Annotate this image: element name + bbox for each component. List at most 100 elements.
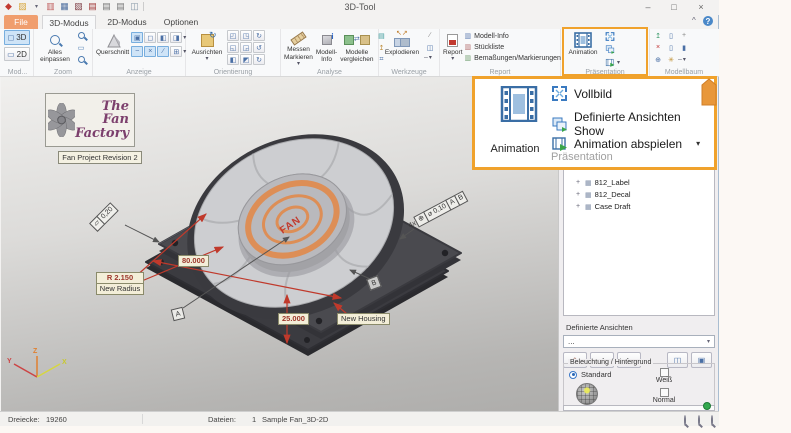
transparent-view-toggle[interactable]: ◨ <box>170 32 183 43</box>
animation-big-button[interactable] <box>499 85 539 127</box>
rotate-ccw-icon[interactable]: ↺ <box>253 42 265 53</box>
wireframe-view-toggle[interactable]: ◻ <box>144 32 157 43</box>
animation-abspielen-ribbon-icon[interactable] <box>604 57 616 68</box>
button-report[interactable]: Report ▾ <box>442 30 464 69</box>
view-iso-icon[interactable]: ◩ <box>240 54 252 65</box>
report-item-modell-info[interactable]: ▥ Modell-Info <box>465 32 561 41</box>
button-explodieren[interactable]: ↖↗ Explodieren <box>381 30 423 69</box>
modellbaum-caret-icon[interactable]: ▾ <box>683 56 686 63</box>
zoom-in-icon[interactable] <box>75 30 87 41</box>
move-parts-icon[interactable]: ◫ <box>424 42 436 53</box>
tree-expand-icon[interactable]: ↥ <box>652 30 664 41</box>
status-separator <box>142 414 143 424</box>
button-querschnitt[interactable]: Querschnitt <box>95 30 130 69</box>
open-file-icon[interactable]: ▨ <box>17 1 28 12</box>
view-front-icon[interactable]: ◰ <box>227 30 239 41</box>
view-left-icon[interactable]: ◱ <box>227 42 239 53</box>
standard-radio-row[interactable]: Standard <box>569 370 611 379</box>
view-right-icon[interactable]: ◲ <box>240 42 252 53</box>
tree-bar1-icon[interactable]: ▯ <box>665 30 677 41</box>
normal-checkbox[interactable] <box>659 388 669 397</box>
tree-search-icon[interactable]: ⊕ <box>652 54 664 65</box>
button-3d-mode[interactable]: ◻ 3D <box>4 30 30 45</box>
white-checkbox[interactable] <box>659 368 669 377</box>
zoom-in-status-icon[interactable] <box>698 415 700 426</box>
close-file-icon[interactable]: ▥ <box>45 1 56 12</box>
align-icon: ↻ <box>200 30 217 48</box>
annotations-toggle[interactable]: ∕ <box>157 46 170 57</box>
print-icon[interactable]: ▤ <box>101 1 112 12</box>
copy-icon[interactable]: ◫ <box>129 1 140 12</box>
rotate-90-icon[interactable]: ↻ <box>253 54 265 65</box>
save-icon[interactable]: ▦ <box>59 1 70 12</box>
tab-optionen[interactable]: Optionen <box>158 15 204 29</box>
save-view-icon[interactable]: ▧ <box>73 1 84 12</box>
werkzeuge-caret-icon[interactable]: ▾ <box>429 54 432 61</box>
pdf-export-icon[interactable]: ▤ <box>87 1 98 12</box>
button-modell-info[interactable]: i Modell-Info <box>315 30 338 69</box>
height-dimension[interactable]: 25.000 <box>278 313 309 325</box>
expand-toggle-icon[interactable]: + <box>576 191 582 198</box>
grid-toggle[interactable]: ⊞ <box>170 46 183 57</box>
housing-annotation[interactable]: New Housing <box>337 313 390 325</box>
vertices-toggle[interactable]: × <box>144 46 157 57</box>
tree-isolate-icon[interactable]: ▮ <box>678 42 690 53</box>
tree-bar2-icon[interactable]: ▯ <box>665 42 677 53</box>
close-button[interactable]: × <box>690 0 712 13</box>
tab-2d-modus[interactable]: 2D-Modus <box>100 15 154 29</box>
tree-item-812-decal[interactable]: + ▦ 812_Decal <box>576 190 630 199</box>
view-back-icon[interactable]: ◳ <box>240 30 252 41</box>
vollbild-ribbon-icon[interactable] <box>604 31 616 42</box>
white-bg-option[interactable]: Weiß <box>644 368 684 384</box>
button-ausrichten[interactable]: ↻ Ausrichten ▾ <box>188 30 226 69</box>
zoom-select-icon[interactable] <box>684 415 686 426</box>
maximize-button[interactable]: □ <box>663 0 685 13</box>
report-item-bemassungen[interactable]: ▥ Bemaßungen/Markierungen <box>465 54 561 63</box>
app-logo-icon[interactable]: ◆ <box>3 1 14 12</box>
open-dropdown-caret-icon[interactable]: ▾ <box>31 1 42 12</box>
ansichten-show-menu-item[interactable]: Definierte Ansichten Show <box>551 110 714 138</box>
tree-move-icon[interactable]: + <box>678 30 690 41</box>
tab-file[interactable]: File <box>4 15 38 29</box>
radius-dimension[interactable]: R 2.150 New Radius <box>96 272 144 295</box>
title-bar[interactable]: ◆ ▨ ▾ ▥ ▦ ▧ ▤ ▤ ▤ ◫ 3D-Tool – □ × <box>0 0 719 15</box>
tree-item-case-draft[interactable]: + ▦ Case Draft <box>576 202 630 211</box>
expand-toggle-icon[interactable]: + <box>576 179 582 186</box>
report-item-stueckliste[interactable]: ▥ Stückliste <box>465 43 561 52</box>
tree-delete-icon[interactable]: × <box>652 42 664 53</box>
button-animation[interactable]: Animation <box>563 30 603 69</box>
button-modelle-vergleichen[interactable]: ⇄ Modelle vergleichen <box>339 30 374 69</box>
abspielen-caret-icon[interactable]: ▾ <box>617 59 620 66</box>
annotate-pen-icon[interactable]: ∕ <box>424 30 436 41</box>
tree-item-812-label[interactable]: + ▦ 812_Label <box>576 178 630 187</box>
zoom-out-icon[interactable] <box>75 54 87 65</box>
defined-views-dropdown[interactable]: ... ▾ <box>563 335 715 348</box>
files-label: Dateien: <box>208 415 236 424</box>
print-2d-icon[interactable]: ▤ <box>115 1 126 12</box>
views-show-icon <box>552 117 567 132</box>
normal-bg-option[interactable]: Normal <box>644 388 684 404</box>
tab-3d-modus[interactable]: 3D-Modus <box>42 15 96 29</box>
tree-node-icon: ▦ <box>585 203 592 211</box>
minimize-button[interactable]: – <box>637 0 659 13</box>
zoom-window-icon[interactable]: ▭ <box>75 42 87 53</box>
standard-radio[interactable] <box>569 370 577 379</box>
tree-color-icon[interactable]: ✳ <box>665 54 677 65</box>
width-dimension[interactable]: 80.000 <box>178 255 209 267</box>
ansichten-show-ribbon-icon[interactable] <box>604 44 616 55</box>
dropdown-caret-icon: ▾ <box>706 339 710 345</box>
abspielen-dropdown-caret-icon[interactable]: ▾ <box>696 139 700 148</box>
edges-toggle[interactable]: ~ <box>131 46 144 57</box>
expand-toggle-icon[interactable]: + <box>576 203 582 210</box>
button-2d-mode[interactable]: ▭ 2D <box>4 47 30 61</box>
button-messen-markieren[interactable]: Messen Markieren ▾ <box>283 30 314 69</box>
hidden-line-toggle[interactable]: ◧ <box>157 32 170 43</box>
vollbild-menu-item[interactable]: Vollbild <box>551 85 612 102</box>
button-alles-einpassen[interactable]: Alles einpassen <box>36 30 74 69</box>
view-top-icon[interactable]: ◧ <box>227 54 239 65</box>
animation-abspielen-menu-item[interactable]: Animation abspielen ▾ <box>551 135 700 152</box>
rotate-cw-icon[interactable]: ↻ <box>253 30 265 41</box>
shaded-view-toggle[interactable]: ▣ <box>131 32 144 43</box>
lighting-sphere-control[interactable] <box>576 383 598 405</box>
zoom-out-status-icon[interactable] <box>711 415 713 426</box>
